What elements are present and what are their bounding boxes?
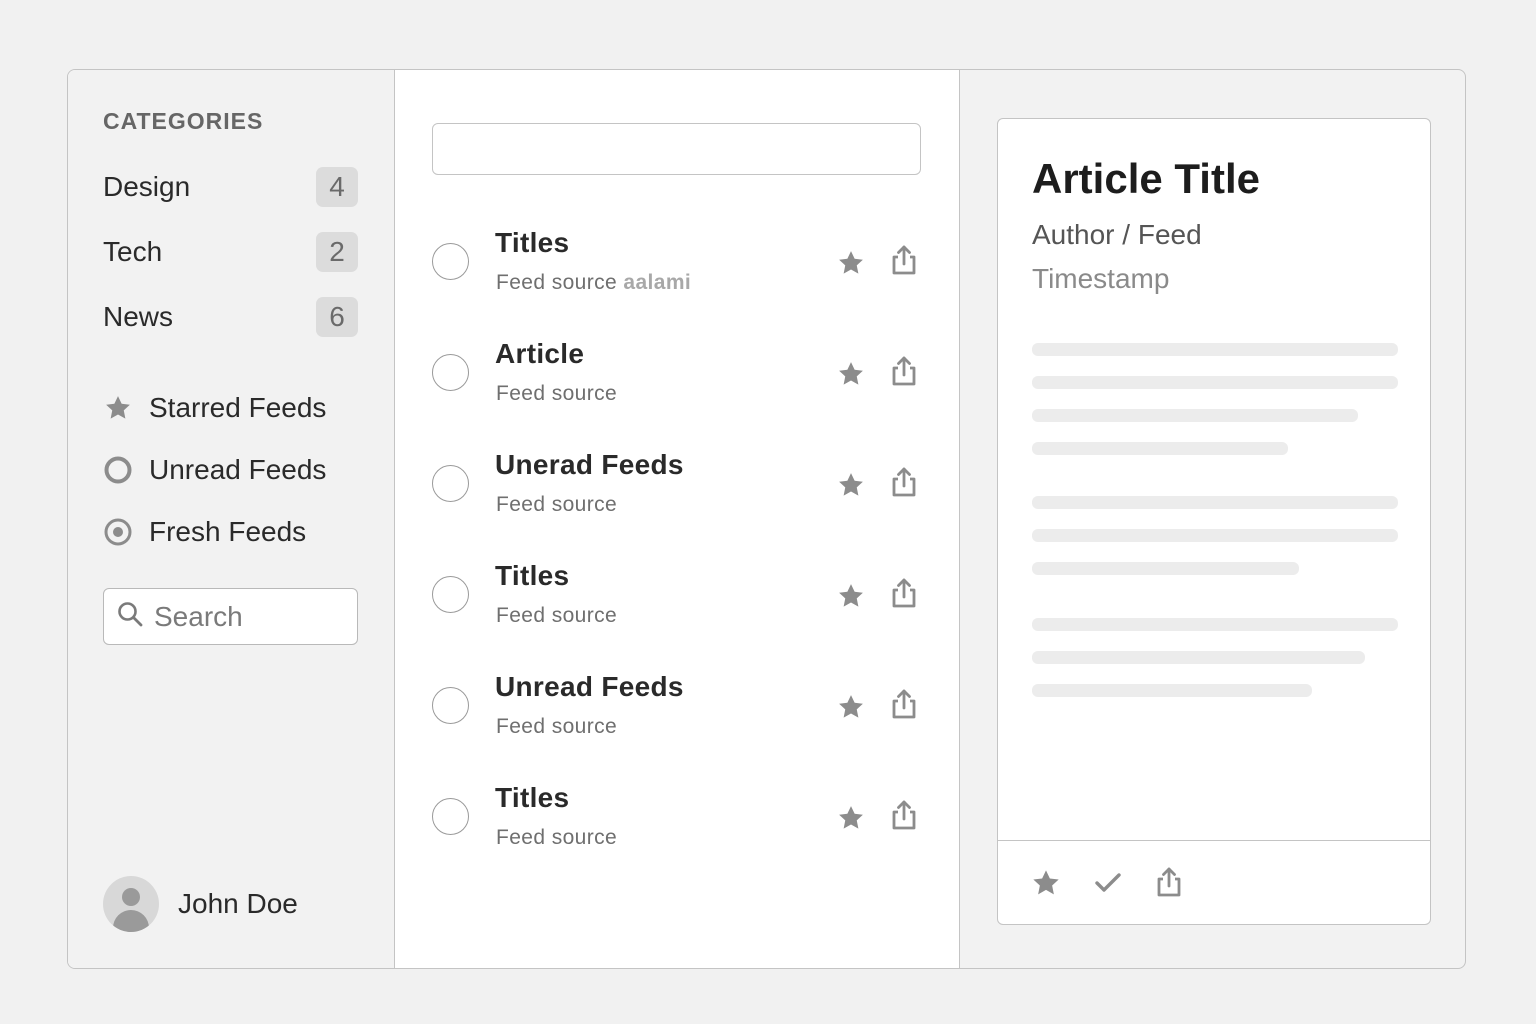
filter-label: Unread Feeds	[149, 454, 327, 485]
article-reader: Article Title Author / Feed Timestamp	[997, 118, 1431, 925]
feed-list: Titles Feed source aalami Article Feed s…	[395, 70, 960, 968]
list-item[interactable]: Article Feed source	[432, 332, 924, 412]
item-title: Titles	[495, 227, 570, 258]
read-toggle-radio[interactable]	[432, 687, 469, 724]
star-icon[interactable]	[1030, 867, 1062, 899]
share-icon[interactable]	[889, 465, 919, 499]
read-toggle-radio[interactable]	[432, 798, 469, 835]
text-placeholder-line	[1032, 562, 1299, 575]
sidebar: CATEGORIES Design 4 Tech 2 News 6 Starre…	[68, 70, 395, 968]
list-item[interactable]: Titles Feed source	[432, 554, 924, 634]
filter-label: Fresh Feeds	[149, 516, 307, 547]
item-source: Feed source	[496, 493, 618, 516]
count-badge: 6	[316, 297, 358, 337]
sidebar-search-input[interactable]	[154, 600, 344, 633]
filter-starred-feeds[interactable]: Starred Feeds	[103, 388, 326, 428]
feed-search-input[interactable]	[432, 123, 921, 175]
text-placeholder-line	[1032, 684, 1312, 697]
text-placeholder-line	[1032, 376, 1398, 389]
star-icon[interactable]	[836, 581, 866, 611]
share-icon[interactable]	[1153, 865, 1185, 899]
text-placeholder-line	[1032, 618, 1398, 631]
text-placeholder-line	[1032, 496, 1398, 509]
user-profile[interactable]: John Doe	[103, 876, 298, 932]
target-icon	[103, 517, 133, 547]
read-toggle-radio[interactable]	[432, 465, 469, 502]
star-icon	[103, 393, 133, 423]
read-toggle-radio[interactable]	[432, 243, 469, 280]
filter-unread-feeds[interactable]: Unread Feeds	[103, 450, 326, 490]
text-placeholder-line	[1032, 409, 1358, 422]
category-design[interactable]: Design 4	[103, 167, 358, 207]
share-icon[interactable]	[889, 243, 919, 277]
share-icon[interactable]	[889, 354, 919, 388]
star-icon[interactable]	[836, 692, 866, 722]
reader-toolbar	[998, 840, 1430, 924]
item-title: Titles	[495, 560, 570, 591]
category-label: Design	[103, 171, 191, 202]
sidebar-search[interactable]	[103, 588, 358, 645]
item-source: Feed source	[496, 715, 618, 738]
item-title: Unread Feeds	[495, 671, 684, 702]
list-item[interactable]: Titles Feed source	[432, 776, 924, 856]
text-placeholder-line	[1032, 651, 1365, 664]
star-icon[interactable]	[836, 470, 866, 500]
category-news[interactable]: News 6	[103, 297, 358, 337]
list-item[interactable]: Unread Feeds Feed source	[432, 665, 924, 745]
categories-heading: CATEGORIES	[103, 108, 264, 134]
item-title: Titles	[495, 782, 570, 813]
item-source: Feed source	[496, 604, 618, 627]
star-icon[interactable]	[836, 803, 866, 833]
item-title: Unerad Feeds	[495, 449, 684, 480]
share-icon[interactable]	[889, 576, 919, 610]
count-badge: 4	[316, 167, 358, 207]
list-item[interactable]: Titles Feed source aalami	[432, 221, 924, 301]
item-title: Article	[495, 338, 585, 369]
avatar	[103, 876, 159, 932]
category-label: Tech	[103, 236, 163, 267]
text-placeholder-line	[1032, 442, 1288, 455]
category-label: News	[103, 301, 174, 332]
text-placeholder-line	[1032, 529, 1398, 542]
article-author: Author / Feed	[1032, 219, 1202, 250]
category-tech[interactable]: Tech 2	[103, 232, 358, 272]
star-icon[interactable]	[836, 248, 866, 278]
list-item[interactable]: Unerad Feeds Feed source	[432, 443, 924, 523]
item-source: Feed source	[496, 826, 618, 849]
read-toggle-radio[interactable]	[432, 576, 469, 613]
share-icon[interactable]	[889, 687, 919, 721]
star-icon[interactable]	[836, 359, 866, 389]
filter-fresh-feeds[interactable]: Fresh Feeds	[103, 512, 306, 552]
source-label: Feed source	[496, 271, 618, 294]
filter-label: Starred Feeds	[149, 392, 327, 423]
article-title: Article Title	[1032, 155, 1260, 202]
user-name: John Doe	[178, 888, 298, 919]
check-icon[interactable]	[1092, 867, 1124, 899]
article-timestamp: Timestamp	[1032, 263, 1170, 294]
count-badge: 2	[316, 232, 358, 272]
item-source: Feed source aalami	[496, 271, 691, 295]
read-toggle-radio[interactable]	[432, 354, 469, 391]
search-icon	[116, 600, 144, 633]
source-extra: aalami	[623, 271, 692, 294]
ring-icon	[103, 455, 133, 485]
text-placeholder-line	[1032, 343, 1398, 356]
share-icon[interactable]	[889, 798, 919, 832]
item-source: Feed source	[496, 382, 618, 405]
app-window: CATEGORIES Design 4 Tech 2 News 6 Starre…	[67, 69, 1466, 969]
